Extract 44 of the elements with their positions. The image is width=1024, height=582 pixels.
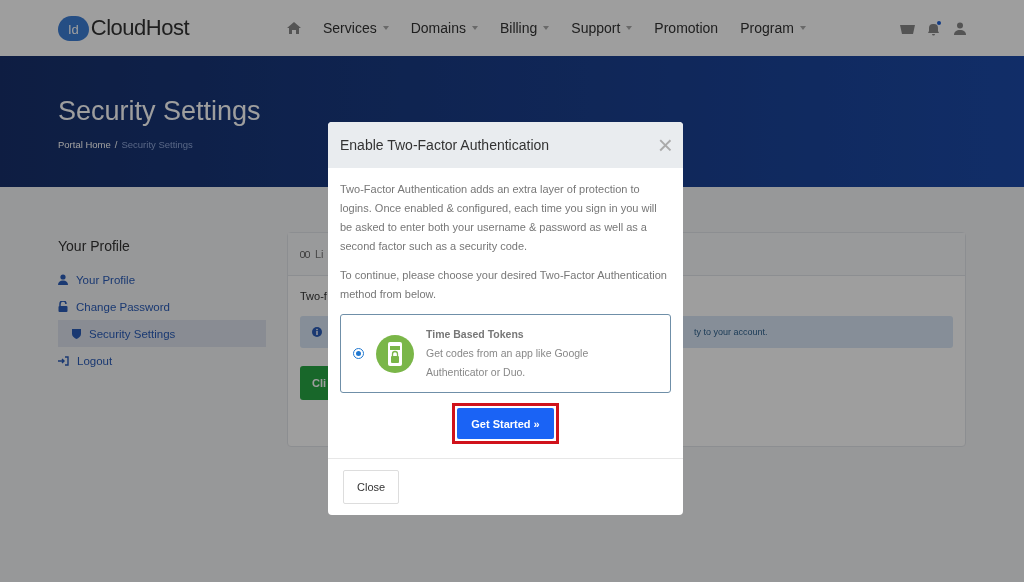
info-icon xyxy=(312,327,322,337)
breadcrumb-link[interactable]: Security Settings xyxy=(121,139,193,150)
method-option[interactable]: Time Based Tokens Get codes from an app like Google Authenticator or Duo. xyxy=(340,314,671,393)
caret-icon[interactable] xyxy=(799,26,806,30)
user-icon[interactable] xyxy=(954,21,966,35)
sidebar-title: Your Profile xyxy=(58,238,131,254)
user-icon xyxy=(58,274,68,285)
caret-icon[interactable] xyxy=(471,26,478,30)
nav-link[interactable]: Services xyxy=(323,20,389,36)
method-description: Get codes from an app like Google Authenticator or Duo. xyxy=(426,346,590,380)
phone-lock-icon xyxy=(376,334,414,373)
basket-icon[interactable] xyxy=(900,22,915,34)
padlock-icon xyxy=(58,301,68,312)
alert-text: ty to your account. xyxy=(694,327,768,337)
bell-icon[interactable] xyxy=(927,20,942,36)
nav-link[interactable]: Domains xyxy=(410,20,478,36)
nav-link[interactable]: Promotion xyxy=(654,20,719,36)
sidebar-item[interactable]: Security Settings xyxy=(58,320,266,347)
method-title: Time Based Tokens xyxy=(426,327,525,342)
logout-icon xyxy=(58,355,69,366)
get-started-button[interactable]: Get Started » xyxy=(457,408,554,439)
nav-link[interactable]: Program xyxy=(740,20,806,36)
modal-paragraph: Two-Factor Authentication adds an extra layer of protection to logins. Once enabled & configured, each time you sign in you will be asked to enter both your username & password as well as a second factor such as a security code. xyxy=(340,182,658,254)
caret-icon[interactable] xyxy=(382,26,389,30)
page-title: Security Settings xyxy=(58,96,262,127)
home-icon[interactable] xyxy=(287,22,301,34)
link-icon xyxy=(300,250,310,258)
close-button[interactable]: Close xyxy=(343,470,400,504)
shield-icon xyxy=(72,328,81,339)
card-tab[interactable]: Li xyxy=(315,248,324,260)
sidebar-item[interactable]: Your Profile xyxy=(58,266,266,293)
modal-paragraph: To continue, please choose your desired Two-Factor Authentication method from below. xyxy=(340,268,668,302)
nav-link[interactable]: Billing xyxy=(499,20,550,36)
nav-link[interactable]: Support xyxy=(571,20,633,36)
breadcrumb-separator: / xyxy=(114,139,118,150)
caret-icon[interactable] xyxy=(543,26,550,30)
sidebar-item[interactable]: Logout xyxy=(58,347,266,374)
caret-icon[interactable] xyxy=(626,26,633,30)
breadcrumb-link[interactable]: Portal Home xyxy=(58,139,111,150)
modal-title: Enable Two-Factor Authentication xyxy=(340,137,550,153)
brand-name[interactable]: CloudHost xyxy=(90,15,190,41)
card-text: Two-f xyxy=(300,290,328,302)
sidebar-item[interactable]: Change Password xyxy=(58,293,266,320)
logo-badge[interactable]: Id xyxy=(58,15,89,41)
